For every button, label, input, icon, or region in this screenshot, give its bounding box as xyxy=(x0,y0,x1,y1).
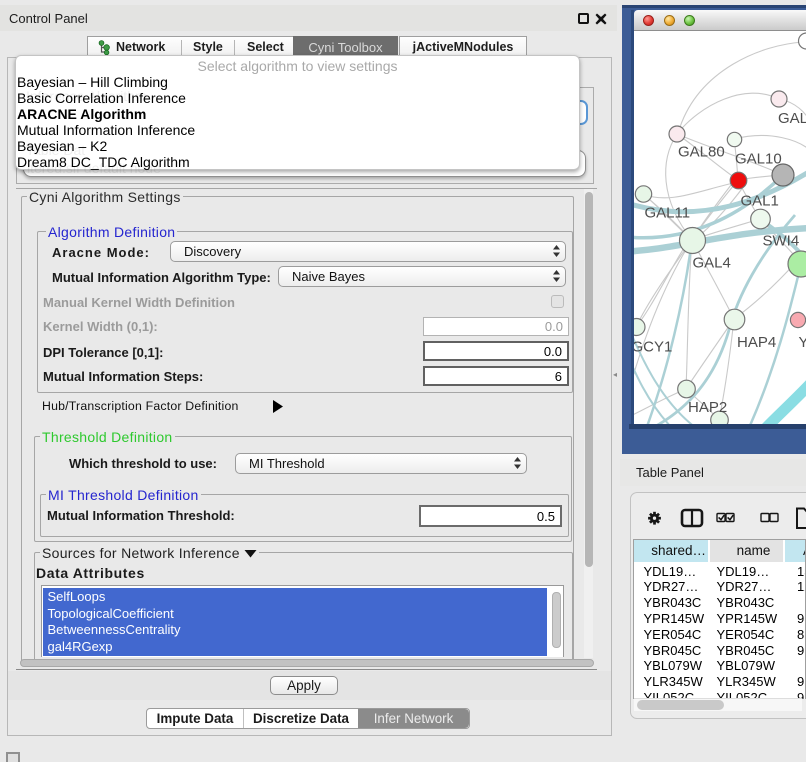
svg-text:GAL4: GAL4 xyxy=(693,255,731,272)
svg-text:YM: YM xyxy=(799,334,806,351)
svg-text:GAL80: GAL80 xyxy=(678,144,725,161)
svg-text:SWI4: SWI4 xyxy=(763,233,800,250)
svg-text:GAL1: GAL1 xyxy=(741,193,779,210)
svg-text:GAL10: GAL10 xyxy=(735,151,782,168)
svg-text:HAP2: HAP2 xyxy=(688,399,727,416)
svg-text:GCY1: GCY1 xyxy=(634,339,672,356)
svg-text:HAP4: HAP4 xyxy=(737,334,776,351)
svg-text:GAL7: GAL7 xyxy=(778,110,806,127)
svg-text:GAL11: GAL11 xyxy=(645,205,691,222)
